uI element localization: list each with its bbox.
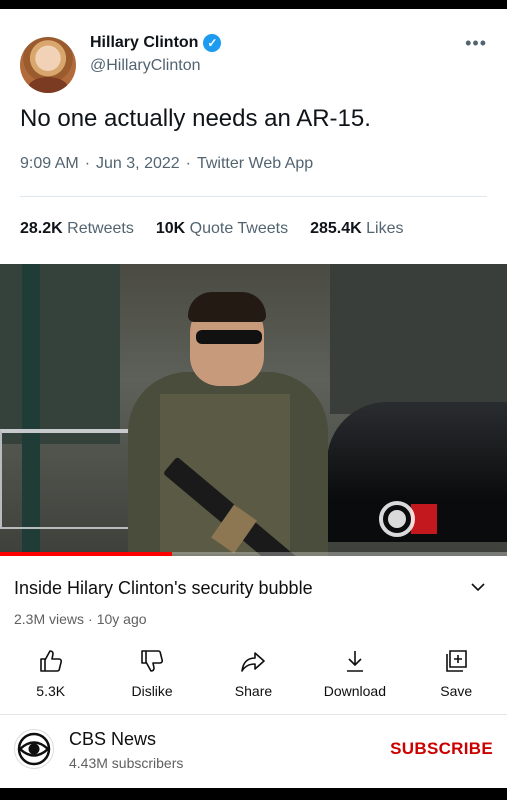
save-button[interactable]: Save bbox=[406, 648, 507, 699]
quote-tweets-stat[interactable]: 10K Quote Tweets bbox=[156, 220, 288, 238]
tweet-date[interactable]: Jun 3, 2022 bbox=[96, 155, 180, 173]
dislike-button[interactable]: Dislike bbox=[101, 648, 202, 699]
dislike-label: Dislike bbox=[131, 683, 173, 699]
video-info-panel: Inside Hilary Clinton's security bubble … bbox=[0, 556, 507, 788]
upload-age: 10y ago bbox=[96, 611, 147, 627]
cbs-eye-logo bbox=[17, 732, 51, 766]
meta-separator: · bbox=[88, 611, 93, 627]
sunglasses bbox=[196, 330, 262, 344]
section-divider bbox=[0, 714, 507, 715]
likes-count: 285.4K bbox=[310, 220, 362, 237]
screenshot-frame: Hillary Clinton ✓ @HillaryClinton ••• No… bbox=[0, 0, 507, 800]
building bbox=[330, 264, 507, 414]
video-meta: 2.3M views · 10y ago bbox=[14, 611, 147, 627]
likes-stat[interactable]: 285.4K Likes bbox=[310, 220, 403, 238]
channel-name[interactable]: CBS News bbox=[69, 729, 156, 750]
retweets-stat[interactable]: 28.2K Retweets bbox=[20, 220, 134, 238]
thumbs-down-icon bbox=[141, 650, 164, 672]
verified-check-icon: ✓ bbox=[203, 34, 222, 52]
save-label: Save bbox=[440, 683, 473, 699]
subscriber-count: 4.43M subscribers bbox=[69, 755, 184, 771]
download-label: Download bbox=[323, 683, 386, 699]
tweet-time[interactable]: 9:09 AM bbox=[20, 155, 79, 173]
share-button[interactable]: Share bbox=[203, 648, 304, 699]
tweet-stats: 28.2K Retweets 10K Quote Tweets 285.4K L… bbox=[20, 220, 404, 238]
share-label: Share bbox=[234, 683, 273, 699]
video-title[interactable]: Inside Hilary Clinton's security bubble bbox=[14, 578, 313, 599]
subscribe-button[interactable]: SUBSCRIBE bbox=[390, 739, 493, 759]
action-bar: 5.3K Dislike Share Download Save bbox=[0, 648, 507, 699]
author-name[interactable]: Hillary Clinton bbox=[90, 34, 198, 52]
author-avatar[interactable] bbox=[20, 37, 76, 93]
author-name-row: Hillary Clinton ✓ bbox=[90, 34, 222, 52]
quote-tweets-count: 10K bbox=[155, 220, 186, 237]
share-icon bbox=[241, 652, 266, 672]
tweet-source[interactable]: Twitter Web App bbox=[197, 155, 313, 173]
more-options-icon[interactable]: ••• bbox=[465, 33, 487, 54]
chevron-down-icon[interactable] bbox=[471, 580, 485, 594]
thumbs-up-icon bbox=[39, 650, 62, 672]
channel-avatar[interactable] bbox=[14, 729, 54, 769]
likes-label: Likes bbox=[366, 220, 404, 237]
like-count: 5.3K bbox=[36, 683, 66, 699]
tweet-meta: 9:09 AM · Jun 3, 2022 · Twitter Web App bbox=[20, 155, 313, 173]
building bbox=[0, 264, 120, 444]
download-icon bbox=[346, 651, 363, 672]
save-playlist-icon bbox=[446, 650, 468, 672]
view-count: 2.3M views bbox=[14, 611, 85, 627]
meta-separator: · bbox=[185, 155, 191, 172]
tweet-text: No one actually needs an AR-15. bbox=[20, 105, 371, 132]
download-button[interactable]: Download bbox=[304, 648, 405, 699]
tweet-divider bbox=[20, 196, 487, 197]
like-button[interactable]: 5.3K bbox=[0, 648, 101, 699]
cbs-watermark-icon bbox=[379, 501, 415, 537]
officer-hair bbox=[188, 292, 266, 322]
quote-tweets-label: Quote Tweets bbox=[189, 220, 289, 237]
metal-barrier bbox=[0, 429, 130, 529]
author-handle[interactable]: @HillaryClinton bbox=[90, 57, 201, 75]
tweet-card[interactable]: Hillary Clinton ✓ @HillaryClinton ••• No… bbox=[0, 9, 507, 264]
video-player[interactable] bbox=[0, 264, 507, 556]
retweets-label: Retweets bbox=[67, 220, 134, 237]
retweets-count: 28.2K bbox=[20, 220, 63, 237]
meta-separator: · bbox=[84, 155, 91, 172]
